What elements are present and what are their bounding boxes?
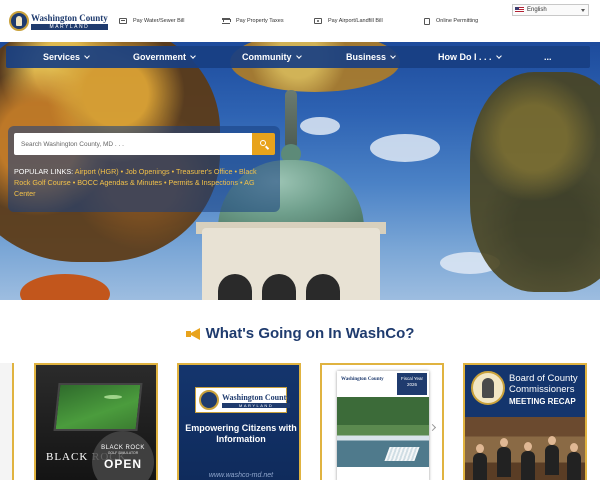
pay-property-taxes-link[interactable]: Pay Property Taxes <box>222 16 284 26</box>
chevron-down-icon <box>84 53 90 59</box>
link-bocc-agendas[interactable]: BOCC Agendas & Minutes <box>77 178 162 187</box>
county-seal-icon <box>199 390 219 410</box>
link-airport[interactable]: Airport (HGR) <box>75 167 119 176</box>
search-button[interactable] <box>252 133 275 155</box>
bank-icon <box>222 18 231 24</box>
cloud <box>370 134 440 162</box>
link-job-openings[interactable]: Job Openings <box>125 167 169 176</box>
county-seal-icon <box>9 11 29 31</box>
carousel-card-budget-document[interactable]: Washington County Fiscal Year 2026 <box>320 363 444 480</box>
monument-statue-image <box>285 90 297 146</box>
search-icon <box>260 140 266 146</box>
logo-name: Washington County <box>31 12 108 23</box>
top-utility-bar: Washington County MARYLAND Pay Water/Sew… <box>0 0 600 42</box>
language-select[interactable]: English <box>512 4 589 16</box>
document-icon <box>424 17 430 25</box>
carousel-card-bocc-recap[interactable]: Board of County Commissioners MEETING RE… <box>463 363 587 480</box>
chevron-down-icon <box>495 53 502 59</box>
county-logo: Washington County MARYLAND <box>195 387 291 413</box>
section-heading: What's Going on In WashCo? <box>0 325 600 342</box>
chevron-right-icon <box>428 423 437 432</box>
card-title: Board of County Commissioners <box>509 373 578 395</box>
caret-down-icon <box>581 9 585 12</box>
nav-business[interactable]: Business <box>346 46 396 68</box>
link-treasurers-office[interactable]: Treasurer's Office <box>176 167 233 176</box>
tree-image <box>470 72 600 292</box>
section-title: What's Going on In WashCo? <box>205 325 415 342</box>
nav-government[interactable]: Government <box>133 46 196 68</box>
popular-links: POPULAR LINKS: Airport (HGR) • Job Openi… <box>14 167 257 198</box>
us-flag-icon <box>515 7 524 13</box>
budget-book-cover-image: Washington County Fiscal Year 2026 <box>337 371 429 480</box>
carousel-card-black-rock[interactable]: BLACK ROCK BLACK ROCK GOLF SIMULATOR OPE… <box>34 363 158 480</box>
golf-simulator-screen-image <box>53 383 143 431</box>
monument-arch <box>306 274 340 300</box>
county-logo[interactable]: Washington County MARYLAND <box>9 9 108 33</box>
nav-community[interactable]: Community <box>242 46 302 68</box>
nav-how-do-i[interactable]: How Do I . . . <box>438 46 502 68</box>
online-permitting-link[interactable]: Online Permitting <box>424 16 478 26</box>
carousel-card-partial[interactable] <box>0 363 14 480</box>
county-seal-icon <box>471 371 505 405</box>
waterfall-photo <box>337 397 429 467</box>
popular-links-label: POPULAR LINKS: <box>14 167 74 176</box>
chevron-down-icon <box>390 53 396 59</box>
nav-services[interactable]: Services <box>43 46 90 68</box>
language-value: English <box>527 7 547 13</box>
logo-state: MARYLAND <box>31 23 108 30</box>
commissioners-photo <box>465 417 585 480</box>
carousel-card-empowering-citizens[interactable]: Washington County MARYLAND Empowering Ci… <box>177 363 301 480</box>
monument-arch <box>262 274 296 300</box>
card-subtitle: MEETING RECAP <box>509 397 576 406</box>
pay-water-sewer-link[interactable]: Pay Water/Sewer Bill <box>119 16 184 26</box>
site-search-input[interactable] <box>14 133 252 155</box>
main-navigation: Services Government Community Business H… <box>6 46 590 68</box>
link-permits-inspections[interactable]: Permits & Inspections <box>169 178 239 187</box>
pay-airport-landfill-link[interactable]: Pay Airport/Landfill Bill <box>314 16 383 26</box>
fiscal-year-label: Fiscal Year 2026 <box>397 373 427 395</box>
nav-more[interactable]: ... <box>544 46 552 68</box>
cloud <box>300 117 340 135</box>
chevron-down-icon <box>190 53 196 59</box>
shrub-image <box>20 274 110 300</box>
card-url: www.washco-md.net <box>208 472 274 479</box>
card-headline: Empowering Citizens with Information <box>185 423 297 444</box>
payment-icon <box>314 18 322 24</box>
open-badge: BLACK ROCK GOLF SIMULATOR OPEN <box>92 431 154 480</box>
megaphone-icon <box>185 327 202 341</box>
chevron-down-icon <box>295 53 302 59</box>
bill-icon <box>119 18 127 24</box>
monument-arch <box>218 274 252 300</box>
